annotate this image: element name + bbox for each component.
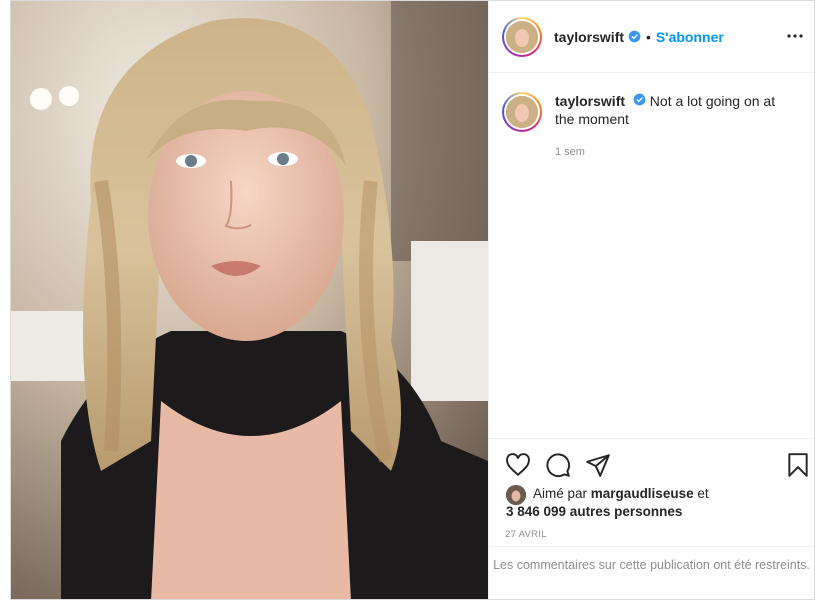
post-date[interactable]: 27 AVRIL	[505, 529, 547, 540]
liked-prefix: Aimé par	[533, 486, 588, 501]
caption-username[interactable]: taylorswift	[555, 93, 625, 109]
caption-verified-badge-icon	[633, 93, 646, 106]
caption-avatar-image	[506, 96, 538, 128]
username-link[interactable]: taylorswift	[554, 29, 624, 45]
post-side-panel: taylorswift • S'abonner taylorswift Not …	[488, 1, 814, 599]
liked-user-link[interactable]: margaudliseuse	[591, 486, 694, 501]
liked-others-link[interactable]: 3 846 099 autres personnes	[506, 504, 682, 519]
liked-and: et	[697, 486, 709, 501]
caption-timestamp[interactable]: 1 sem	[555, 146, 814, 158]
post-photo[interactable]	[11, 1, 488, 599]
heart-icon[interactable]	[505, 452, 531, 478]
verified-badge-icon	[628, 30, 641, 43]
likes-summary: Aimé par margaudliseuse et 3 846 099 aut…	[506, 485, 709, 521]
share-icon[interactable]	[585, 452, 611, 478]
comments-restricted-notice: Les commentaires sur cette publication o…	[489, 546, 814, 599]
avatar[interactable]	[502, 16, 542, 57]
bookmark-icon[interactable]	[785, 452, 811, 478]
liked-others-row: 3 846 099 autres personnes	[506, 503, 709, 521]
instagram-post: taylorswift • S'abonner taylorswift Not …	[10, 0, 815, 600]
avatar-border	[504, 18, 540, 55]
post-header: taylorswift • S'abonner	[489, 1, 814, 73]
likes-text: Aimé par margaudliseuse et	[533, 485, 709, 503]
caption-text-block: taylorswift Not a lot going on at the mo…	[555, 92, 785, 132]
more-options-icon[interactable]	[786, 27, 804, 45]
post-actions-bar	[489, 438, 814, 478]
liker-avatar[interactable]	[506, 485, 526, 505]
separator-dot: •	[646, 28, 651, 45]
caption-avatar[interactable]	[502, 92, 542, 132]
caption-avatar-border	[504, 94, 540, 130]
follow-button[interactable]: S'abonner	[656, 29, 724, 45]
post-caption: taylorswift Not a lot going on at the mo…	[489, 73, 814, 132]
avatar-image	[506, 20, 538, 53]
comment-icon[interactable]	[545, 452, 571, 478]
